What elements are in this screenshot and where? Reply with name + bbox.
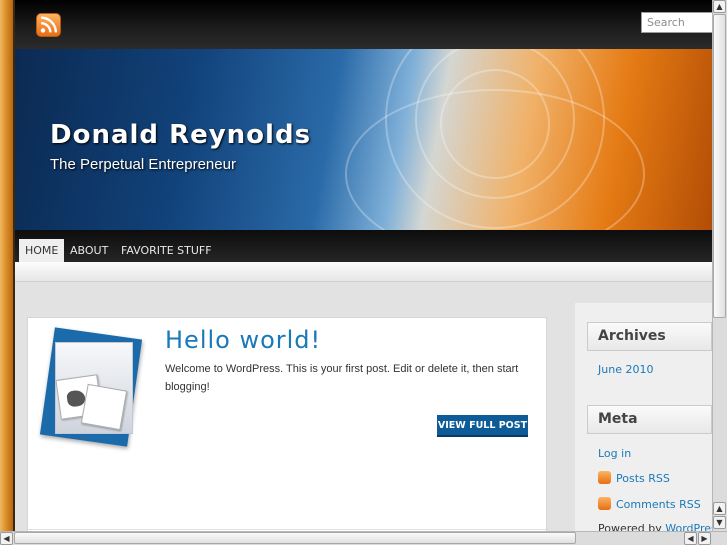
nav-item-about[interactable]: ABOUT — [64, 239, 114, 262]
browser-side-bar — [0, 0, 15, 545]
archives-widget-title: Archives — [587, 322, 712, 351]
horizontal-scroll-thumb[interactable] — [14, 532, 576, 544]
site-description: The Perpetual Entrepreneur — [50, 156, 236, 173]
meta-widget-title: Meta — [587, 405, 712, 434]
scroll-up-button[interactable]: ▲ — [713, 0, 726, 13]
post-excerpt: Welcome to WordPress. This is your first… — [165, 363, 519, 393]
search-input[interactable]: Search — [641, 12, 717, 33]
subnav-strip — [15, 262, 712, 282]
nav-item-favorite-stuff[interactable]: FAVORITE STUFF — [115, 239, 218, 262]
rss-glyph — [40, 16, 58, 33]
post-divider — [28, 529, 546, 530]
comments-rss-link[interactable]: Comments RSS — [616, 498, 701, 511]
view-full-post-button[interactable]: VIEW FULL POST — [437, 415, 528, 437]
archive-link-june-2010[interactable]: June 2010 — [598, 363, 653, 376]
login-link[interactable]: Log in — [598, 447, 631, 460]
scroll-right-button[interactable]: ▶ — [698, 532, 711, 545]
scroll-left-button-right[interactable]: ◀ — [684, 532, 697, 545]
top-bar — [15, 0, 712, 49]
site-title[interactable]: Donald Reynolds — [50, 120, 311, 150]
rss-icon — [598, 497, 611, 510]
post-thumbnail[interactable] — [55, 342, 133, 434]
main-nav: HOME ABOUT FAVORITE STUFF — [15, 230, 712, 262]
scroll-left-button[interactable]: ◀ — [0, 532, 13, 545]
rss-icon[interactable] — [36, 13, 61, 37]
post-title[interactable]: Hello world! — [165, 326, 321, 354]
posts-rss-link[interactable]: Posts RSS — [616, 472, 670, 485]
photo-icon — [80, 383, 128, 431]
header-banner: Donald Reynolds The Perpetual Entreprene… — [15, 49, 712, 230]
rss-icon — [598, 471, 611, 484]
scroll-down-button[interactable]: ▼ — [713, 516, 726, 529]
scroll-up-button-lower[interactable]: ▲ — [713, 502, 726, 515]
nav-item-home[interactable]: HOME — [19, 239, 65, 262]
vertical-scroll-thumb[interactable] — [713, 14, 726, 318]
